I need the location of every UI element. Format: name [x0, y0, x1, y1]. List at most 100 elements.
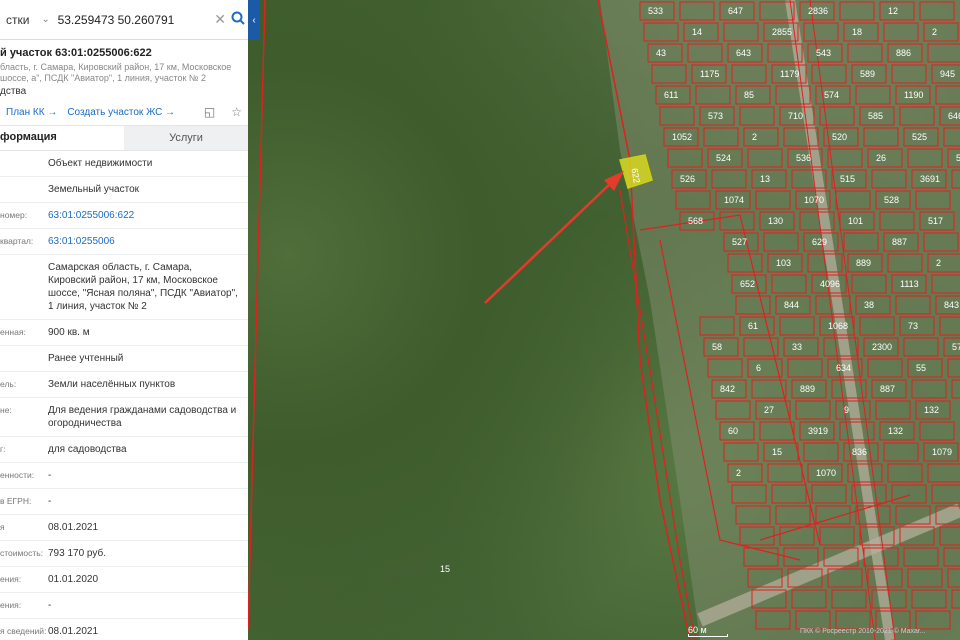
info-row: Объект недвижимости — [0, 151, 248, 177]
info-row-label — [0, 183, 48, 196]
plot-label: 33 — [792, 342, 802, 352]
plot-label: 132 — [888, 426, 903, 436]
info-row: енности: - — [0, 463, 248, 489]
plot-label: 55 — [916, 363, 926, 373]
plot-label: 1079 — [932, 447, 952, 457]
info-row-value[interactable]: 63:01:0255006:622 — [48, 209, 248, 222]
info-row-label: я — [0, 522, 5, 532]
tab-services[interactable]: Услуги — [124, 126, 248, 150]
plot-label: 519 — [956, 153, 960, 163]
info-row: ель: Земли населённых пунктов — [0, 372, 248, 398]
plot-label: 945 — [940, 69, 955, 79]
plot-label: 58 — [712, 342, 722, 352]
plot-label: 1070 — [804, 195, 824, 205]
info-row: не: Для ведения гражданами садоводства и … — [0, 398, 248, 437]
clear-icon[interactable]: ✕ — [213, 11, 228, 28]
plot-label: 515 — [840, 174, 855, 184]
plot-label: 889 — [800, 384, 815, 394]
info-rows: Объект недвижимости Земельный участок номе… — [0, 151, 248, 640]
plot-label: 517 — [928, 216, 943, 226]
search-icon — [231, 11, 245, 25]
plot-label: 533 — [648, 6, 663, 16]
info-row-value: 01.01.2020 — [48, 574, 99, 585]
plot-label: 543 — [816, 48, 831, 58]
info-row: г: для садоводства — [0, 437, 248, 463]
create-plot-link[interactable]: Создать участок ЖС → — [67, 107, 175, 118]
plot-label: 101 — [848, 216, 863, 226]
info-row-value: Ранее учтенный — [48, 353, 124, 364]
plan-kk-link[interactable]: План КК → — [6, 107, 57, 118]
info-row-value: Земли населённых пунктов — [48, 379, 176, 390]
tab-info[interactable]: формация — [0, 126, 124, 150]
info-row-value: - — [48, 496, 52, 507]
info-row: в ЕГРН: - — [0, 489, 248, 515]
info-row-label: енности: — [0, 470, 35, 480]
plot-label: 73 — [908, 321, 918, 331]
plot-label: 536 — [796, 153, 811, 163]
info-row-value: Для ведения гражданами садоводства и ого… — [48, 405, 237, 429]
info-row-value[interactable]: 63:01:0255006 — [48, 235, 248, 248]
info-row-value: Самарская область, г. Самара, Кировский … — [48, 262, 238, 312]
info-row: Земельный участок — [0, 177, 248, 203]
plot-label: 1175 — [700, 69, 719, 79]
plot-label: 1068 — [828, 321, 848, 331]
plot-label: 844 — [784, 300, 799, 310]
plot-label: 520 — [832, 132, 847, 142]
scale-bar — [688, 634, 728, 637]
plot-label: 527 — [732, 237, 747, 247]
plot-label: 60 — [728, 426, 738, 436]
info-row-value: Земельный участок — [48, 184, 140, 195]
plot-label: 842 — [720, 384, 735, 394]
search-type-select[interactable]: стки — [0, 13, 41, 27]
info-row-label: я сведений: — [0, 626, 47, 636]
search-button[interactable] — [228, 11, 248, 28]
plot-label: 1113 — [900, 279, 919, 289]
plot-label: 14 — [692, 27, 702, 37]
plot-label: 2300 — [872, 342, 892, 352]
info-row: номер: 63:01:0255006:622 — [0, 203, 248, 229]
info-row-label: г: — [0, 444, 6, 454]
plot-label: 38 — [864, 300, 874, 310]
collapse-panel-button[interactable]: ‹ — [248, 0, 260, 40]
plot-label: 1070 — [816, 468, 836, 478]
page-title: й участок 63:01:0255006:622 — [0, 47, 152, 59]
plot-label: 526 — [680, 174, 695, 184]
plot-label: 634 — [836, 363, 851, 373]
info-panel: й участок 63:01:0255006:622 бласть, г. С… — [0, 40, 248, 640]
plot-label: 85 — [744, 90, 754, 100]
plot-label: 103 — [776, 258, 791, 268]
info-row: Самарская область, г. Самара, Кировский … — [0, 255, 248, 320]
plot-label: 2 — [932, 27, 937, 37]
info-row: стоимость: 793 170 руб. — [0, 541, 248, 567]
plot-label: 585 — [868, 111, 883, 121]
plot-label: 1190 — [904, 90, 923, 100]
info-row-label: номер: — [0, 210, 28, 220]
plot-label: 3919 — [808, 426, 828, 436]
plot-label: 836 — [852, 447, 867, 457]
info-row-value: - — [48, 470, 52, 481]
search-bar: стки ⌄ ✕ — [0, 0, 248, 40]
star-icon[interactable]: ☆ — [231, 105, 248, 119]
plot-label: 652 — [740, 279, 755, 289]
plot-label: 646 — [948, 111, 960, 121]
info-row: ения: 01.01.2020 — [0, 567, 248, 593]
plot-label: 27 — [764, 405, 774, 415]
info-row-label — [0, 157, 48, 170]
info-row: Ранее учтенный — [0, 346, 248, 372]
plot-label: 130 — [768, 216, 783, 226]
plot-label: 573 — [708, 111, 723, 121]
chevron-down-icon[interactable]: ⌄ — [41, 14, 51, 25]
plot-label: 4096 — [820, 279, 840, 289]
plot-label: 589 — [860, 69, 875, 79]
plot-label: 710 — [788, 111, 803, 121]
search-input[interactable] — [51, 12, 213, 27]
pointer-arrow — [484, 181, 613, 304]
info-row-value: для садоводства — [48, 444, 127, 455]
plot-label: 13 — [760, 174, 770, 184]
address-summary: бласть, г. Самара, Кировский район, 17 к… — [0, 62, 232, 83]
plot-label: 525 — [912, 132, 927, 142]
info-row: квартал: 63:01:0255006 — [0, 229, 248, 255]
report-icon[interactable]: ◱ — [204, 105, 221, 119]
plot-label: 524 — [716, 153, 731, 163]
plot-label: 1179 — [780, 69, 799, 79]
